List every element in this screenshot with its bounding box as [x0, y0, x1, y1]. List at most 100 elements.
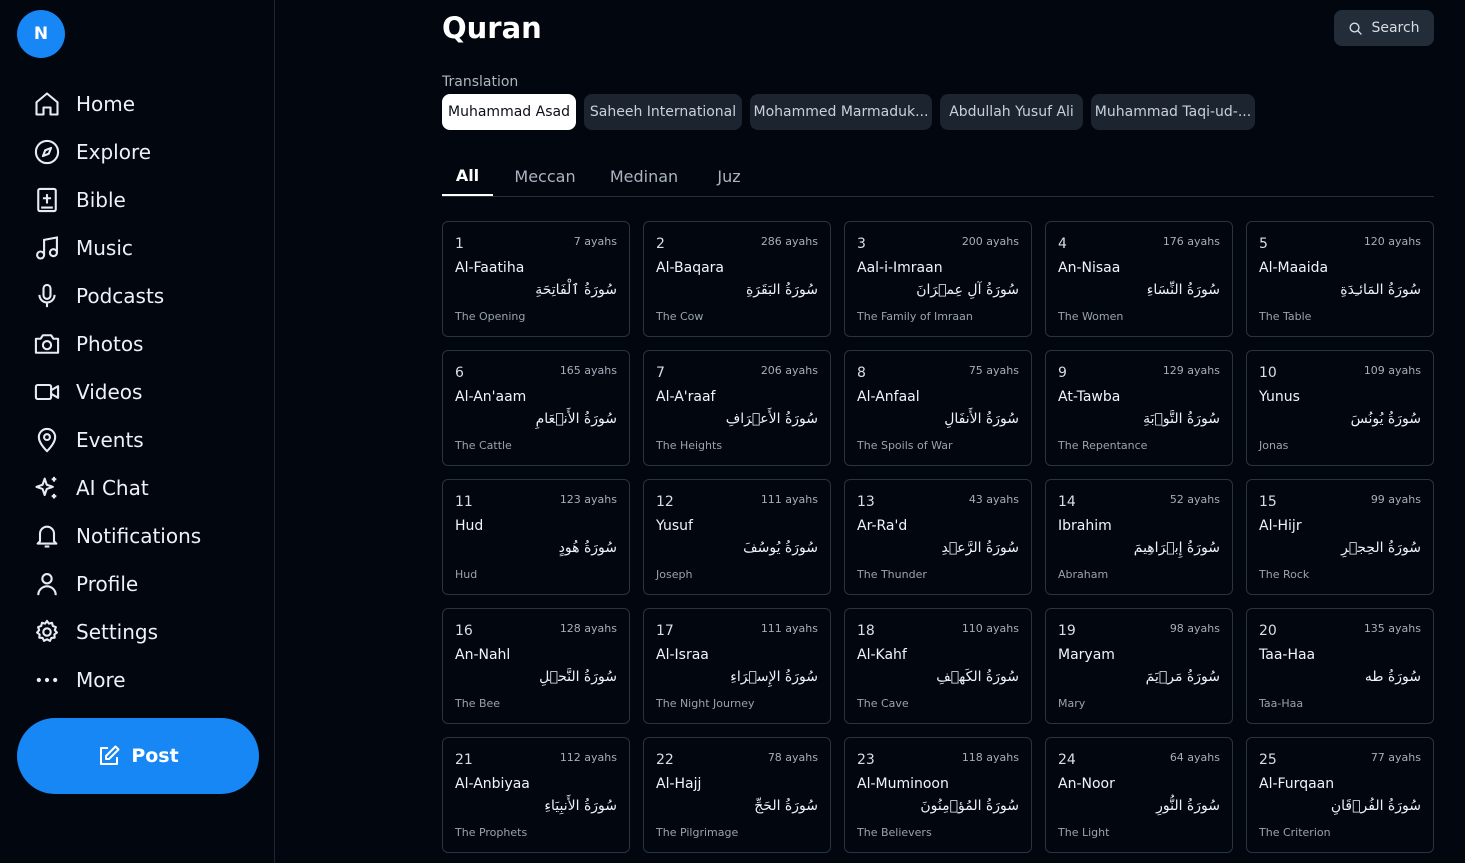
surah-name: Al-A'raaf [656, 389, 716, 405]
surah-name: Al-Hajj [656, 776, 702, 792]
translation-chip-muhammad-asad[interactable]: Muhammad Asad [442, 94, 576, 130]
surah-card[interactable]: 1 7 ayahs Al-Faatiha سُورَةُ ٱلْفَاتِحَةِ Th… [442, 221, 630, 337]
sidebar-item-label: Events [76, 428, 144, 452]
surah-arabic-name: سُورَةُ الرَّعۡدِ [941, 540, 1020, 556]
surah-english-name: The Pilgrimage [656, 826, 739, 839]
sidebar-item-events[interactable]: Events [0, 416, 275, 464]
surah-card[interactable]: 18 110 ayahs Al-Kahf سُورَةُ الكَهۡفِ The Ca… [844, 608, 1032, 724]
surah-name: Al-Kahf [857, 647, 907, 663]
sidebar-item-music[interactable]: Music [0, 224, 275, 272]
surah-number: 14 [1058, 494, 1076, 510]
surah-ayah-count: 123 ayahs [559, 493, 617, 506]
surah-card[interactable]: 22 78 ayahs Al-Hajj سُورَةُ الحَجِّ The Pilg… [643, 737, 831, 853]
translation-chip-abdullah-yusuf-ali[interactable]: Abdullah Yusuf Ali [940, 94, 1083, 130]
surah-card[interactable]: 10 109 ayahs Yunus سُورَةُ يُونُسَ Jonas [1246, 350, 1434, 466]
surah-ayah-count: 77 ayahs [1370, 751, 1421, 764]
surah-name: Al-Anbiyaa [455, 776, 530, 792]
surah-grid: 1 7 ayahs Al-Faatiha سُورَةُ ٱلْفَاتِحَةِ Th… [442, 221, 1434, 853]
surah-arabic-name: سُورَةُ مَرۡيَمَ [1145, 669, 1220, 685]
surah-card[interactable]: 2 286 ayahs Al-Baqara سُورَةُ البَقَرَةِ The… [643, 221, 831, 337]
avatar[interactable]: N [17, 10, 65, 58]
sidebar-item-settings[interactable]: Settings [0, 608, 275, 656]
surah-english-name: The Repentance [1058, 439, 1148, 452]
tab-juz[interactable]: Juz [712, 156, 746, 196]
surah-card[interactable]: 7 206 ayahs Al-A'raaf سُورَةُ الأَعۡرَافِ Th… [643, 350, 831, 466]
surah-ayah-count: 75 ayahs [968, 364, 1019, 377]
surah-ayah-count: 128 ayahs [559, 622, 617, 635]
surah-card[interactable]: 16 128 ayahs An-Nahl سُورَةُ النَّحۡلِ The B… [442, 608, 630, 724]
sidebar-item-more[interactable]: More [0, 656, 275, 704]
surah-card[interactable]: 14 52 ayahs Ibrahim سُورَةُ إِبۡرَاهِيمَ Abr… [1045, 479, 1233, 595]
tab-meccan[interactable]: Meccan [512, 156, 578, 196]
surah-card[interactable]: 4 176 ayahs An-Nisaa سُورَةُ النِّسَاءِ The … [1045, 221, 1233, 337]
surah-english-name: The Women [1058, 310, 1124, 323]
surah-name: Hud [455, 518, 484, 534]
surah-arabic-name: سُورَةُ ٱلْفَاتِحَةِ [535, 282, 617, 298]
tab-medinan[interactable]: Medinan [608, 156, 680, 196]
surah-arabic-name: سُورَةُ المُؤۡمِنُونَ [920, 798, 1019, 814]
translation-chip-muhammad-taqi[interactable]: Muhammad Taqi-ud-... [1091, 94, 1255, 130]
post-button[interactable]: Post [17, 718, 259, 794]
surah-number: 17 [656, 623, 674, 639]
surah-card[interactable]: 8 75 ayahs Al-Anfaal سُورَةُ الأَنفَالِ The … [844, 350, 1032, 466]
surah-card[interactable]: 15 99 ayahs Al-Hijr سُورَةُ الحِجۡرِ The Roc… [1246, 479, 1434, 595]
surah-card[interactable]: 6 165 ayahs Al-An'aam سُورَةُ الأَنۡعَامِ Th… [442, 350, 630, 466]
sidebar-item-profile[interactable]: Profile [0, 560, 275, 608]
sidebar-item-label: Home [76, 92, 136, 116]
surah-card[interactable]: 20 135 ayahs Taa-Haa سُورَةُ طه Taa-Haa [1246, 608, 1434, 724]
surah-ayah-count: 200 ayahs [961, 235, 1019, 248]
surah-number: 19 [1058, 623, 1076, 639]
surah-card[interactable]: 23 118 ayahs Al-Muminoon سُورَةُ المُؤۡمِنُ… [844, 737, 1032, 853]
surah-card[interactable]: 17 111 ayahs Al-Israa سُورَةُ الإِسۡرَاءِ Th… [643, 608, 831, 724]
surah-arabic-name: سُورَةُ هُودٍ [558, 540, 617, 556]
surah-name: Al-Muminoon [857, 776, 949, 792]
surah-card[interactable]: 5 120 ayahs Al-Maaida سُورَةُ المَائـِدَةِ T… [1246, 221, 1434, 337]
home-icon [35, 92, 59, 116]
surah-ayah-count: 176 ayahs [1162, 235, 1220, 248]
sidebar-item-ai-chat[interactable]: AI Chat [0, 464, 275, 512]
surah-card[interactable]: 12 111 ayahs Yusuf سُورَةُ يُوسُفَ Joseph [643, 479, 831, 595]
compose-icon [100, 745, 120, 765]
surah-number: 25 [1259, 752, 1277, 768]
page-title: Quran [442, 11, 542, 45]
sidebar-item-bible[interactable]: Bible [0, 176, 275, 224]
surah-name: Al-Faatiha [455, 260, 525, 276]
surah-card[interactable]: 9 129 ayahs At-Tawba سُورَةُ التَّوۡبَةِ The… [1045, 350, 1233, 466]
surah-card[interactable]: 3 200 ayahs Aal-i-Imraan سُورَةُ آلِ عِمۡرَ… [844, 221, 1032, 337]
surah-filter-tabs: All Meccan Medinan Juz [442, 156, 1434, 197]
sidebar-item-explore[interactable]: Explore [0, 128, 275, 176]
surah-card[interactable]: 21 112 ayahs Al-Anbiyaa سُورَةُ الأَنبِيَاء… [442, 737, 630, 853]
translation-chip-saheeh-international[interactable]: Saheeh International [584, 94, 742, 130]
surah-arabic-name: سُورَةُ آلِ عِمۡرَانَ [916, 282, 1019, 298]
surah-ayah-count: 111 ayahs [760, 493, 818, 506]
surah-ayah-count: 118 ayahs [961, 751, 1019, 764]
search-button[interactable]: Search [1334, 10, 1434, 46]
sidebar-item-notifications[interactable]: Notifications [0, 512, 275, 560]
surah-arabic-name: سُورَةُ يُوسُفَ [743, 540, 818, 556]
surah-name: Al-Maaida [1259, 260, 1329, 276]
surah-arabic-name: سُورَةُ التَّوۡبَةِ [1143, 411, 1220, 427]
surah-card[interactable]: 24 64 ayahs An-Noor سُورَةُ النُّورِ The Lig… [1045, 737, 1233, 853]
surah-card[interactable]: 11 123 ayahs Hud سُورَةُ هُودٍ Hud [442, 479, 630, 595]
surah-english-name: The Cave [857, 697, 909, 710]
surah-card[interactable]: 25 77 ayahs Al-Furqaan سُورَةُ الفُرۡقَانِ T… [1246, 737, 1434, 853]
sidebar-item-photos[interactable]: Photos [0, 320, 275, 368]
surah-number: 5 [1259, 236, 1268, 252]
surah-english-name: Taa-Haa [1259, 697, 1304, 710]
translation-chip-mohammed-marmaduke[interactable]: Mohammed Marmaduk... [750, 94, 932, 130]
surah-name: Al-An'aam [455, 389, 527, 405]
surah-card[interactable]: 13 43 ayahs Ar-Ra'd سُورَةُ الرَّعۡدِ The Th… [844, 479, 1032, 595]
surah-ayah-count: 111 ayahs [760, 622, 818, 635]
sidebar-item-videos[interactable]: Videos [0, 368, 275, 416]
sidebar-item-label: AI Chat [76, 476, 149, 500]
surah-english-name: The Criterion [1259, 826, 1331, 839]
tab-all[interactable]: All [442, 156, 493, 196]
surah-card[interactable]: 19 98 ayahs Maryam سُورَةُ مَرۡيَمَ Mary [1045, 608, 1233, 724]
surah-number: 6 [455, 365, 464, 381]
sidebar-nav: Home Explore Bible Music Podcasts Photos… [0, 80, 275, 704]
sidebar-item-home[interactable]: Home [0, 80, 275, 128]
sidebar-item-label: Notifications [76, 524, 202, 548]
surah-number: 10 [1259, 365, 1277, 381]
sidebar-item-podcasts[interactable]: Podcasts [0, 272, 275, 320]
surah-number: 8 [857, 365, 866, 381]
